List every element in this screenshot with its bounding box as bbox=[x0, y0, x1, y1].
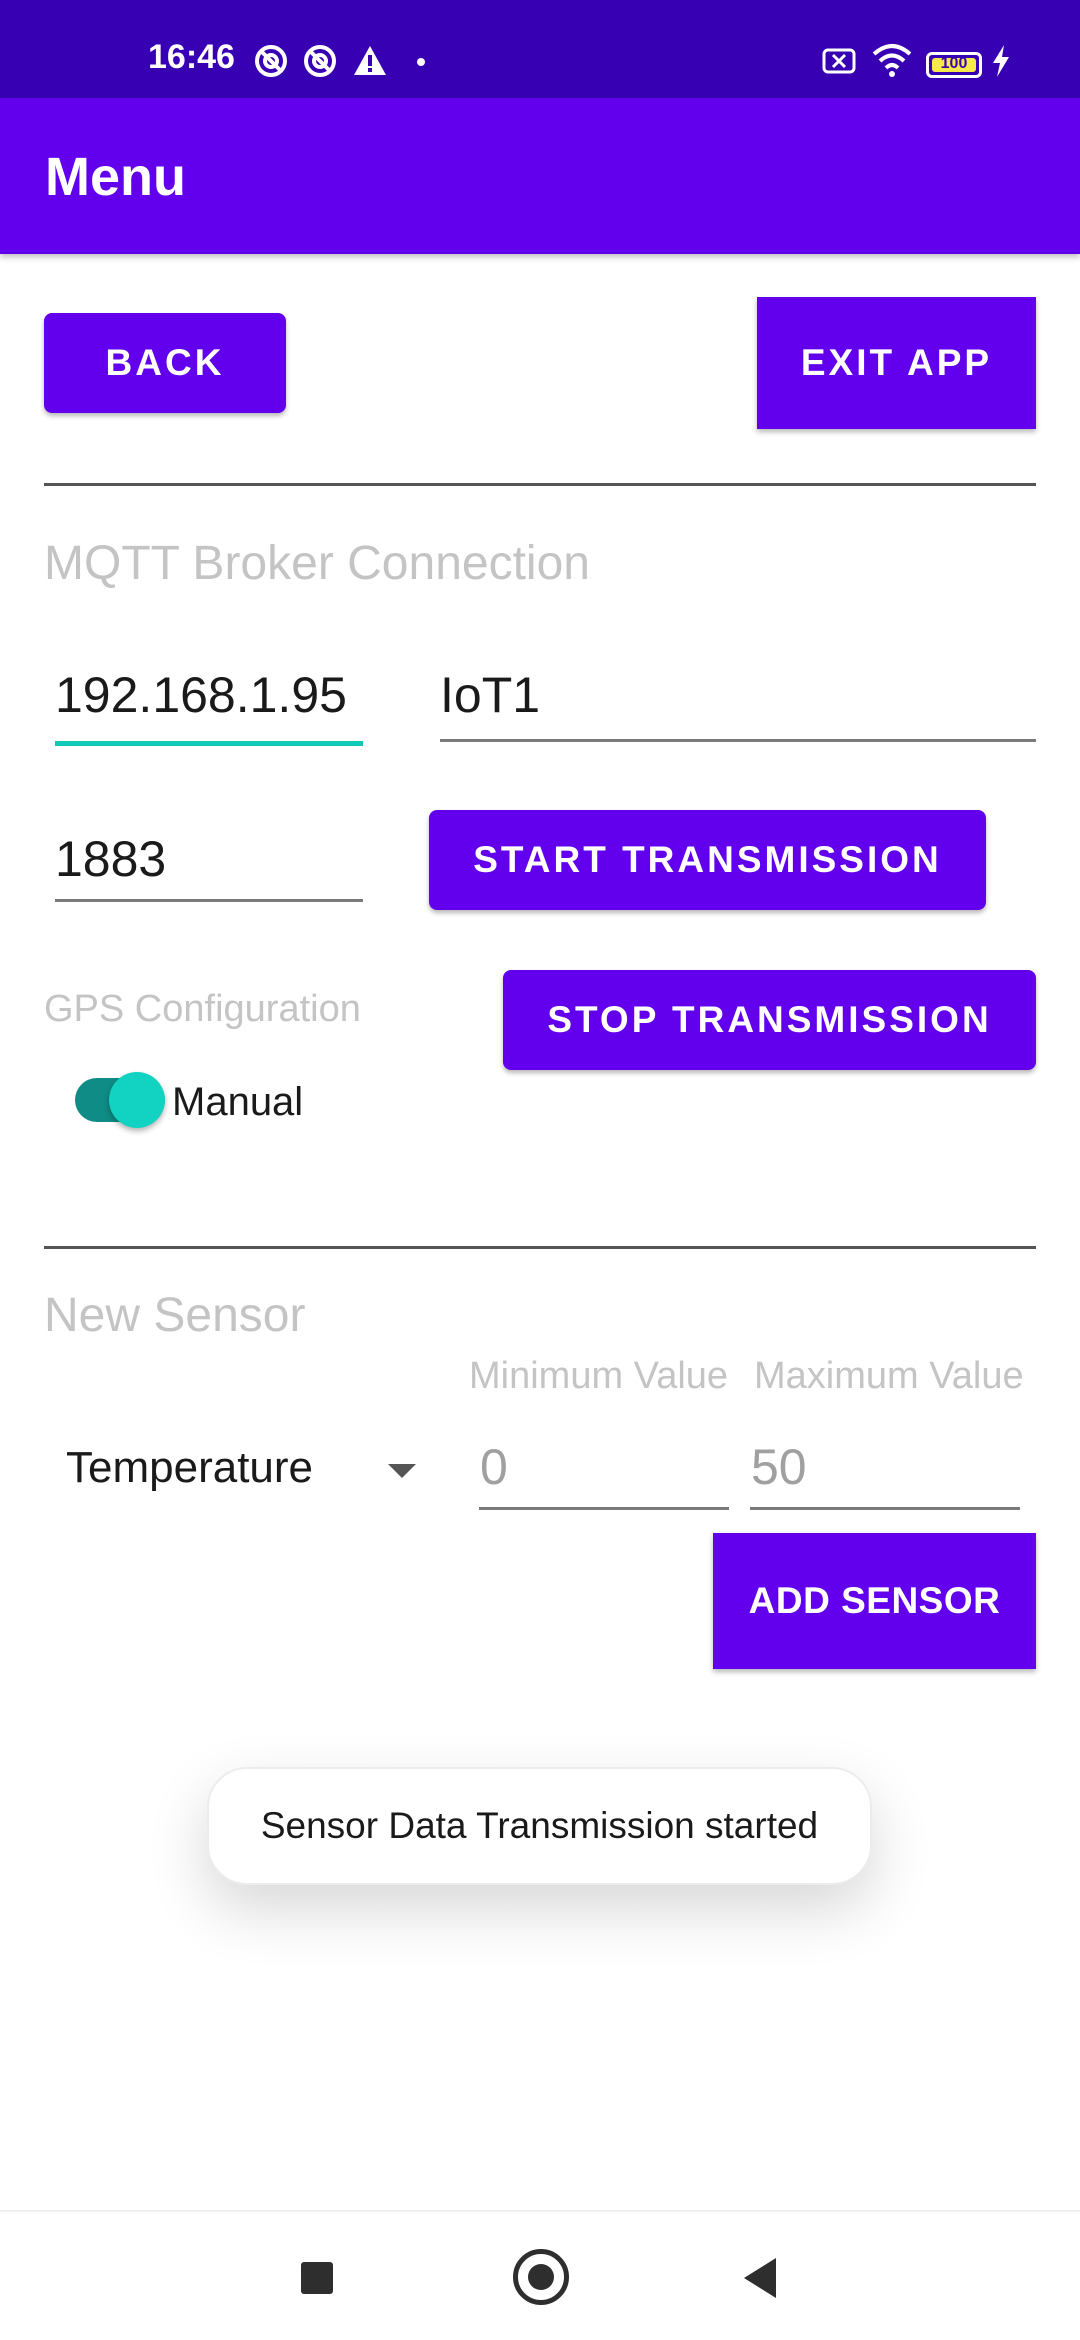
at-sign-icon bbox=[304, 45, 336, 77]
mqtt-section-title: MQTT Broker Connection bbox=[44, 537, 590, 590]
new-sensor-section-title: New Sensor bbox=[44, 1289, 306, 1342]
notification-dot-icon bbox=[417, 58, 425, 66]
recents-icon[interactable] bbox=[301, 2262, 333, 2294]
stop-transmission-button[interactable]: STOP TRANSMISSION bbox=[503, 970, 1036, 1070]
client-id-value: IoT1 bbox=[440, 667, 541, 723]
status-time: 16:46 bbox=[148, 38, 235, 76]
minimum-value-underline bbox=[479, 1507, 729, 1510]
maximum-value-hint: 50 bbox=[751, 1439, 807, 1495]
toast-message: Sensor Data Transmission started bbox=[207, 1767, 872, 1885]
charging-bolt-icon bbox=[993, 45, 1009, 77]
sensor-type-value: Temperature bbox=[66, 1443, 314, 1492]
at-sign-icon bbox=[255, 45, 287, 77]
screen-cast-icon bbox=[822, 48, 856, 74]
broker-host-underline bbox=[55, 741, 363, 746]
switch-thumb bbox=[109, 1072, 165, 1128]
broker-port-input[interactable]: 1883 bbox=[55, 820, 363, 902]
back-arrow-icon[interactable] bbox=[744, 2258, 776, 2298]
wifi-icon bbox=[872, 44, 912, 77]
gps-configuration-label: GPS Configuration bbox=[44, 988, 361, 1030]
client-id-input[interactable]: IoT1 bbox=[440, 660, 1036, 742]
minimum-value-label: Minimum Value bbox=[469, 1355, 729, 1397]
divider bbox=[44, 483, 1036, 486]
gps-manual-label: Manual bbox=[172, 1080, 304, 1124]
add-sensor-button[interactable]: ADD SENSOR bbox=[713, 1533, 1036, 1669]
battery-level-text: 100 bbox=[940, 55, 968, 72]
app-bar-title: Menu bbox=[45, 147, 186, 207]
client-id-underline bbox=[440, 739, 1036, 742]
maximum-value-label: Maximum Value bbox=[754, 1355, 1024, 1397]
broker-host-value: 192.168.1.95 bbox=[55, 667, 347, 723]
broker-port-value: 1883 bbox=[55, 831, 167, 887]
back-button[interactable]: BACK bbox=[44, 313, 286, 413]
minimum-value-input[interactable]: 0 bbox=[479, 1430, 729, 1510]
minimum-value-hint: 0 bbox=[480, 1439, 508, 1495]
gps-manual-switch[interactable] bbox=[75, 1072, 165, 1128]
chevron-down-icon bbox=[388, 1464, 416, 1478]
broker-port-underline bbox=[55, 899, 363, 902]
warning-icon bbox=[354, 46, 386, 75]
maximum-value-input[interactable]: 50 bbox=[750, 1430, 1020, 1510]
home-icon-center bbox=[528, 2264, 554, 2290]
home-icon[interactable] bbox=[513, 2249, 569, 2305]
broker-host-input[interactable]: 192.168.1.95 bbox=[55, 660, 363, 746]
sensor-type-spinner[interactable]: Temperature bbox=[44, 1430, 424, 1510]
start-transmission-button[interactable]: START TRANSMISSION bbox=[429, 810, 986, 910]
exit-app-button[interactable]: EXIT APP bbox=[757, 297, 1036, 429]
maximum-value-underline bbox=[750, 1507, 1020, 1510]
battery-icon: 100 bbox=[926, 52, 982, 78]
divider bbox=[44, 1246, 1036, 1249]
